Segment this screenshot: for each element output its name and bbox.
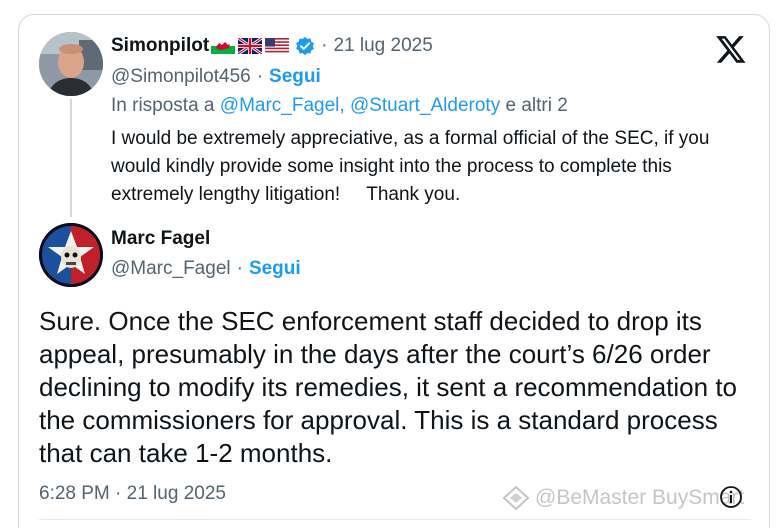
tweet-timestamp[interactable]: 6:28 PM · 21 lug 2025 — [39, 483, 226, 505]
verified-badge-icon — [296, 36, 315, 56]
watermark-logo-icon — [502, 485, 530, 511]
reply-handle-row: @Simonpilot456 · Segui — [111, 66, 321, 88]
author-handle[interactable]: @Marc_Fagel — [111, 258, 231, 280]
follow-button[interactable]: Segui — [249, 258, 301, 280]
reply-author-row: Simonpilot · 21 lug 2025 — [111, 35, 433, 57]
main-handle-row: @Marc_Fagel · Segui — [111, 258, 301, 280]
wales-flag-icon — [211, 38, 236, 54]
uk-flag-icon — [238, 38, 263, 54]
reply-suffix[interactable]: e altri 2 — [500, 95, 567, 116]
watermark-text: @BeMaster BuySmart — [535, 486, 745, 509]
tweet-card: Simonpilot · 21 lug 2025 @Simonpilot456 … — [18, 14, 770, 528]
separator-dot: · — [256, 66, 264, 87]
main-author-row: Marc Fagel — [111, 228, 210, 250]
author-display-name[interactable]: Marc Fagel — [111, 228, 210, 250]
reply-mentions-link[interactable]: @Marc_Fagel, @Stuart_Alderoty — [220, 95, 500, 116]
main-tweet-text: Sure. Once the SEC enforcement staff dec… — [39, 306, 738, 468]
info-icon[interactable] — [719, 485, 743, 509]
thread-line — [70, 99, 72, 217]
author-display-name[interactable]: Simonpilot — [111, 35, 209, 57]
reply-date[interactable]: 21 lug 2025 — [333, 35, 432, 57]
reply-prefix: In risposta a — [111, 95, 220, 116]
reply-context: In risposta a @Marc_Fagel, @Stuart_Alder… — [111, 95, 568, 117]
reply-tweet-text: I would be extremely appreciative, as a … — [111, 128, 715, 205]
follow-button[interactable]: Segui — [269, 66, 321, 88]
avatar-marc-fagel[interactable] — [39, 223, 103, 287]
separator-dot: · — [321, 35, 328, 56]
separator-dot: · — [236, 258, 243, 279]
divider — [39, 519, 751, 520]
us-flag-icon — [265, 38, 290, 54]
author-handle[interactable]: @Simonpilot456 — [111, 66, 251, 88]
watermark: @BeMaster BuySmart — [501, 485, 744, 511]
avatar-simonpilot[interactable] — [39, 32, 103, 96]
x-logo-icon[interactable] — [715, 33, 747, 65]
flag-emojis — [211, 38, 290, 54]
